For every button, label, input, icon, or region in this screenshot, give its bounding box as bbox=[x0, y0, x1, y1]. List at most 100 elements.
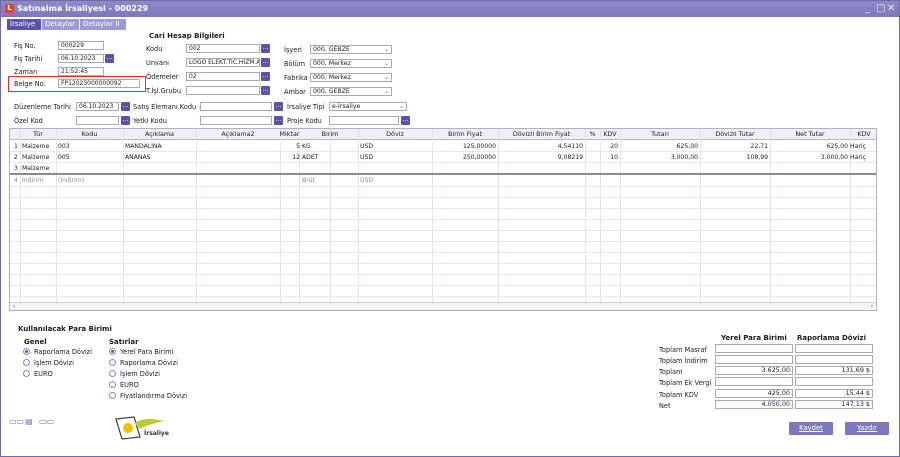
cell-birim-fiyat[interactable]: 250,00000 bbox=[432, 153, 498, 163]
cell-aciklama[interactable]: MANDALİNA bbox=[123, 142, 164, 152]
close-icon[interactable]: ✕ bbox=[887, 3, 895, 14]
col-birim[interactable]: Birim bbox=[302, 130, 358, 139]
radio-satir-yerel[interactable] bbox=[109, 348, 116, 355]
cari-kodu-picker-button[interactable]: ... bbox=[261, 44, 270, 53]
cell-miktar[interactable]: 5 bbox=[278, 142, 302, 152]
col-kodu[interactable]: Kodu bbox=[56, 130, 123, 139]
ozel-kod-field[interactable] bbox=[76, 116, 119, 125]
fis-tarihi-picker-button[interactable]: ... bbox=[105, 54, 114, 63]
irsaliye-tipi-select[interactable]: e-İrsaliye ⌄ bbox=[329, 102, 407, 111]
toplam-kdv-label: Toplam KDV bbox=[659, 391, 699, 399]
radio-satir-fiyatlandirma[interactable] bbox=[109, 392, 116, 399]
cell-net-tutar[interactable]: 625,00 bbox=[770, 142, 850, 152]
cell-tur[interactable]: Malzeme bbox=[20, 153, 51, 163]
ozel-kod-label: Özel Kod bbox=[14, 117, 43, 125]
fis-no-field[interactable]: 000229 bbox=[58, 41, 104, 50]
cell-kodu[interactable]: 003 bbox=[56, 142, 72, 152]
radio-genel-euro[interactable] bbox=[23, 370, 30, 377]
col-net-tutar[interactable]: Net Tutar bbox=[770, 130, 850, 139]
radio-satir-raporlama[interactable] bbox=[109, 359, 116, 366]
horizontal-scrollbar[interactable]: ‹ › bbox=[10, 302, 876, 310]
duzenleme-tarihi-picker-button[interactable]: ... bbox=[121, 102, 130, 111]
cell-aciklama[interactable]: ANANAS bbox=[123, 153, 153, 163]
col-tur[interactable]: Tür bbox=[20, 130, 56, 139]
ozel-kod-picker-button[interactable]: ... bbox=[121, 116, 130, 125]
fabrika-value: 000, Merkez bbox=[313, 74, 351, 81]
tab-detaylar-ii[interactable]: Detaylar II bbox=[80, 19, 126, 30]
zaman-field[interactable]: 21:52:45 bbox=[58, 67, 104, 76]
proje-kodu-picker-button[interactable]: ... bbox=[401, 116, 410, 125]
duzenleme-tarihi-field[interactable]: 06.10.2023 bbox=[76, 102, 119, 111]
cell-tur[interactable]: Malzeme bbox=[20, 164, 51, 174]
cell-tur[interactable]: Malzeme bbox=[20, 142, 51, 152]
radio-satir-euro[interactable] bbox=[109, 381, 116, 388]
cell-doviz[interactable]: USD bbox=[358, 153, 375, 163]
belge-no-field[interactable]: FP12023000000092 bbox=[58, 79, 140, 88]
ambar-select[interactable]: 000, GEBZE ⌄ bbox=[310, 87, 392, 96]
cell-net-tutar[interactable]: 3.000,00 bbox=[770, 153, 850, 163]
col-doviz[interactable]: Döviz bbox=[358, 130, 432, 139]
col-dovizli-birim-fiyat[interactable]: Dövizli Birim Fiyat bbox=[498, 130, 585, 139]
tisl-grubu-picker-button[interactable]: ... bbox=[261, 86, 270, 95]
tab-irsaliye[interactable]: İrsaliye bbox=[7, 19, 41, 30]
unvani-picker-button[interactable]: ... bbox=[261, 58, 270, 67]
book-open-icon[interactable]: ▭▭ bbox=[39, 417, 54, 426]
proje-kodu-field[interactable] bbox=[329, 116, 399, 125]
col-aciklama[interactable]: Açıklama bbox=[123, 130, 196, 139]
maximize-icon[interactable]: □ bbox=[876, 3, 885, 14]
cell-tur[interactable]: İndirim bbox=[20, 176, 45, 186]
cell-kodu[interactable]: (İndirim) bbox=[56, 176, 86, 186]
print-button[interactable]: Yazdır bbox=[845, 422, 889, 435]
chevron-down-icon: ⌄ bbox=[383, 46, 389, 53]
scroll-right-icon[interactable]: › bbox=[868, 303, 876, 310]
radio-genel-islem[interactable] bbox=[23, 359, 30, 366]
cell-miktar[interactable]: 12 bbox=[278, 153, 302, 163]
cell-tutari[interactable]: 3.000,00 bbox=[620, 153, 700, 163]
cari-kodu-field[interactable]: 002 bbox=[186, 44, 260, 53]
save-button[interactable]: Kaydet bbox=[789, 422, 833, 435]
scroll-left-icon[interactable]: ‹ bbox=[10, 303, 18, 310]
col-birim-fiyat[interactable]: Birim Fiyat bbox=[432, 130, 498, 139]
cell-dovizli-birim-fiyat[interactable]: 9,08219 bbox=[498, 153, 585, 163]
cell-kdv[interactable]: 20 bbox=[600, 142, 620, 152]
isyeri-select[interactable]: 000, GEBZE ⌄ bbox=[310, 45, 392, 54]
cell-kdv-2[interactable]: Hariç bbox=[848, 142, 868, 152]
cell-birim-fiyat[interactable]: 125,00000 bbox=[432, 142, 498, 152]
cell-dovizli-birim-fiyat[interactable]: 4,54110 bbox=[498, 142, 585, 152]
col-yuzde[interactable]: % bbox=[585, 130, 600, 139]
book-icon[interactable]: ▭▭ bbox=[9, 417, 24, 426]
yetki-kodu-picker-button[interactable]: ... bbox=[274, 116, 283, 125]
note-icon[interactable]: ▤ bbox=[25, 417, 33, 426]
odemeler-picker-button[interactable]: ... bbox=[261, 72, 270, 81]
col-kdv-2[interactable]: KDV bbox=[850, 130, 876, 139]
odemeler-field[interactable]: 02 bbox=[186, 72, 260, 81]
cell-tutari[interactable]: 625,00 bbox=[620, 142, 700, 152]
unvani-field[interactable]: LOGO ELEKT.TİC.HİZM.A. bbox=[186, 58, 260, 67]
tisl-grubu-field[interactable] bbox=[186, 86, 260, 95]
cell-kodu[interactable]: 005 bbox=[56, 153, 72, 163]
fabrika-select[interactable]: 000, Merkez ⌄ bbox=[310, 73, 392, 82]
cell-kdv-2[interactable]: Hariç bbox=[848, 153, 868, 163]
cell-birim[interactable]: KG bbox=[300, 142, 313, 152]
satis-elemani-picker-button[interactable]: ... bbox=[274, 102, 283, 111]
col-kdv[interactable]: KDV bbox=[600, 130, 620, 139]
radio-satir-islem[interactable] bbox=[109, 370, 116, 377]
cell-doviz[interactable]: USD bbox=[358, 176, 375, 186]
fis-tarihi-field[interactable]: 06.10.2023 bbox=[58, 54, 104, 63]
cell-dovizli-tutar[interactable]: 108,99 bbox=[700, 153, 770, 163]
satis-elemani-field[interactable] bbox=[200, 102, 272, 111]
col-aciklama2[interactable]: Açıklama2 bbox=[196, 130, 280, 139]
col-tutari[interactable]: Tutarı bbox=[620, 130, 700, 139]
cell-dovizli-tutar[interactable]: 22,71 bbox=[700, 142, 770, 152]
cell-kdv[interactable]: 10 bbox=[600, 153, 620, 163]
yetki-kodu-field[interactable] bbox=[200, 116, 272, 125]
minimize-icon[interactable]: _ bbox=[865, 3, 870, 14]
cell-doviz[interactable]: USD bbox=[358, 142, 375, 152]
cell-birim[interactable]: ADET bbox=[300, 153, 320, 163]
cell-birim[interactable]: Brüt bbox=[300, 176, 317, 186]
tab-detaylar[interactable]: Detaylar bbox=[42, 19, 79, 30]
col-dovizli-tutar[interactable]: Dövizli Tutar bbox=[700, 130, 770, 139]
bolum-select[interactable]: 000, Merkez ⌄ bbox=[310, 59, 392, 68]
radio-genel-raporlama[interactable] bbox=[23, 348, 30, 355]
col-miktar[interactable]: Miktar bbox=[278, 130, 301, 139]
